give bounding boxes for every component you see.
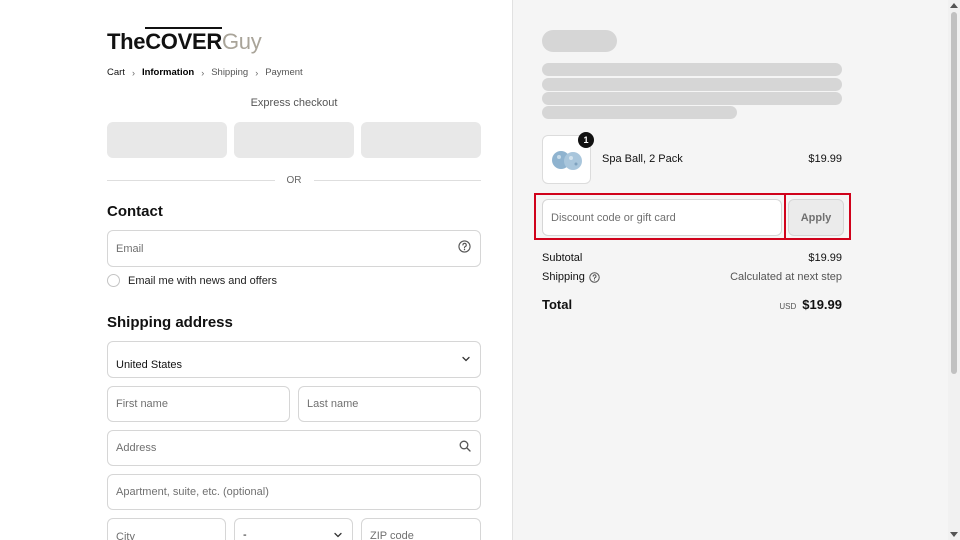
email-input[interactable] <box>108 231 480 266</box>
newsletter-label: Email me with news and offers <box>128 274 277 287</box>
divider-line <box>107 179 275 181</box>
subtotal-row: Subtotal $19.99 <box>542 252 842 264</box>
skeleton-placeholder <box>542 30 617 52</box>
scrollbar-thumb[interactable] <box>951 12 957 374</box>
newsletter-checkbox[interactable] <box>107 274 120 287</box>
city-field-wrapper <box>107 518 226 540</box>
or-label: OR <box>286 174 302 186</box>
zip-field-wrapper <box>361 518 481 540</box>
address-input[interactable] <box>108 431 480 465</box>
shipping-row: Shipping Calculated at next step <box>542 271 842 283</box>
question-circle-icon[interactable] <box>458 239 471 258</box>
city-input[interactable] <box>108 519 225 540</box>
chevron-right-icon: › <box>131 67 135 78</box>
logo-text-the: The <box>107 29 146 54</box>
address-field-wrapper <box>107 430 481 466</box>
express-checkout-label: Express checkout <box>250 97 338 109</box>
newsletter-option[interactable]: Email me with news and offers <box>107 274 277 287</box>
shipping-address-title: Shipping address <box>107 314 233 331</box>
discount-code-input[interactable] <box>543 200 781 235</box>
divider-line <box>313 179 481 181</box>
shipping-label-group: Shipping <box>542 271 600 283</box>
chevron-right-icon: › <box>255 67 259 78</box>
quantity-badge: 1 <box>578 132 594 148</box>
logo-text-cover: COVER <box>145 27 222 54</box>
checkout-form-panel: TheCOVERGuy Cart › Information › Shippin… <box>0 0 512 540</box>
or-divider: OR <box>107 173 481 187</box>
last-name-field-wrapper <box>298 386 481 422</box>
shipping-label: Shipping <box>542 271 585 283</box>
express-pay-button-2[interactable] <box>234 122 354 158</box>
skeleton-placeholder <box>542 92 842 105</box>
product-name: Spa Ball, 2 Pack <box>602 153 683 165</box>
zip-input[interactable] <box>362 519 480 540</box>
discount-field-wrapper <box>542 199 782 236</box>
state-select[interactable]: - <box>234 518 353 540</box>
contact-title: Contact <box>107 203 163 220</box>
breadcrumb: Cart › Information › Shipping › Payment <box>107 67 303 78</box>
search-icon <box>459 439 471 457</box>
first-name-input[interactable] <box>108 387 289 421</box>
total-amount-group: USD $19.99 <box>779 297 842 312</box>
skeleton-placeholder <box>542 106 737 119</box>
state-value: - <box>243 529 247 540</box>
last-name-input[interactable] <box>299 387 480 421</box>
breadcrumb-information: Information <box>141 67 195 78</box>
chevron-down-icon <box>461 351 471 369</box>
total-label: Total <box>542 297 573 312</box>
scroll-up-arrow-icon[interactable] <box>950 3 958 8</box>
logo-text-guy: Guy <box>221 29 262 54</box>
question-circle-icon[interactable] <box>589 271 600 283</box>
subtotal-label: Subtotal <box>542 252 583 264</box>
skeleton-placeholder <box>542 63 842 76</box>
total-value: $19.99 <box>802 297 842 312</box>
shipping-value: Calculated at next step <box>730 271 842 283</box>
breadcrumb-cart[interactable]: Cart <box>107 67 125 78</box>
chevron-down-icon <box>333 527 343 540</box>
skeleton-placeholder <box>542 78 842 91</box>
subtotal-value: $19.99 <box>808 252 842 264</box>
country-select[interactable]: United States <box>107 341 481 378</box>
page-scrollbar[interactable] <box>948 0 960 540</box>
express-pay-button-3[interactable] <box>361 122 481 158</box>
apartment-input[interactable] <box>108 475 480 509</box>
total-row: Total USD $19.99 <box>542 297 842 312</box>
total-currency: USD <box>779 302 797 311</box>
scroll-down-arrow-icon[interactable] <box>950 532 958 537</box>
breadcrumb-shipping: Shipping <box>211 67 249 78</box>
apply-discount-button[interactable]: Apply <box>788 199 844 236</box>
chevron-right-icon: › <box>201 67 205 78</box>
product-price: $19.99 <box>808 153 842 165</box>
store-logo[interactable]: TheCOVERGuy <box>107 27 262 55</box>
country-value: United States <box>116 359 183 371</box>
express-pay-button-1[interactable] <box>107 122 227 158</box>
spa-ball-image <box>551 150 582 170</box>
first-name-field-wrapper <box>107 386 290 422</box>
apartment-field-wrapper <box>107 474 481 510</box>
email-field-wrapper <box>107 230 481 267</box>
breadcrumb-payment: Payment <box>265 67 303 78</box>
